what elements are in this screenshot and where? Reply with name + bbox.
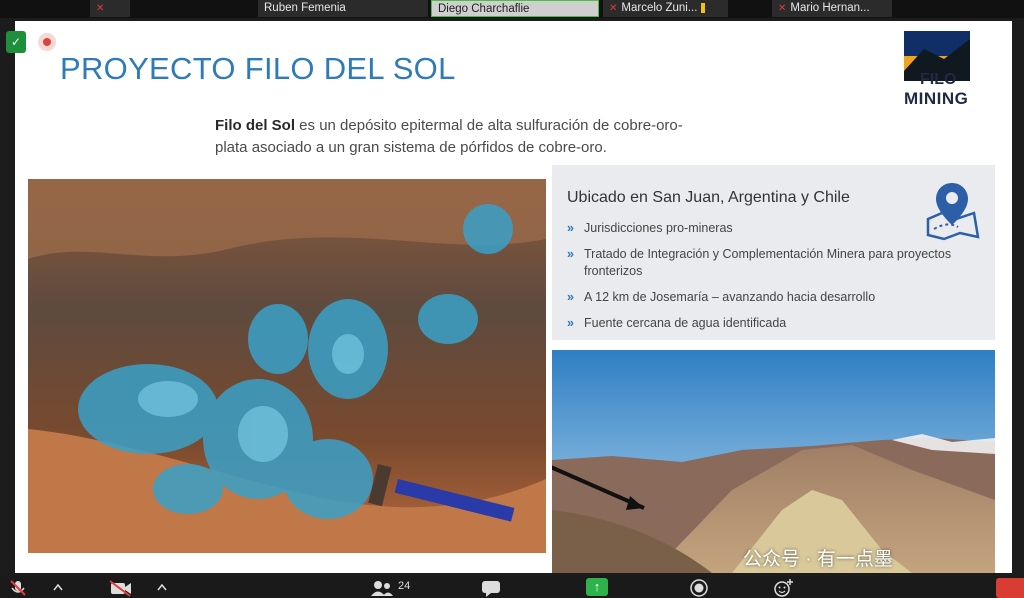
reactions-button[interactable] (772, 578, 796, 598)
meeting-toolbar: 24 ↑ (0, 576, 1024, 598)
mic-muted-icon (10, 580, 26, 596)
participants-button[interactable] (368, 578, 396, 598)
participants-count: 24 (398, 580, 411, 592)
chat-icon (482, 581, 500, 597)
mic-muted-icon: ✕ (778, 3, 787, 14)
participant-tile-diego[interactable]: Diego Charchaflie (431, 0, 599, 17)
mute-button[interactable] (8, 578, 30, 598)
audio-options-chevron[interactable] (52, 578, 66, 598)
speaking-indicator (701, 2, 706, 13)
mic-muted-icon: ✕ (609, 3, 618, 14)
list-item: Fuente cercana de agua identificada (567, 315, 987, 332)
participant-strip: ✕ Ruben Femenia Diego Charchaflie ✕ Marce… (0, 0, 1024, 18)
recording-icon[interactable] (38, 33, 56, 51)
wechat-watermark: 公众号 · 有一点墨 (743, 549, 893, 570)
chevron-up-icon (157, 583, 167, 591)
participant-tile-partial[interactable]: ✕ (90, 0, 130, 17)
participant-name: Ruben Femenia (264, 2, 346, 14)
participants-icon (371, 581, 393, 596)
share-arrow-icon: ↑ (593, 579, 601, 594)
video-options-chevron[interactable] (156, 578, 170, 598)
slide-title: PROYECTO FILO DEL SOL (60, 51, 456, 86)
intro-bold: Filo del Sol (215, 117, 296, 134)
slide-intro: Filo del Sol es un depósito epitermal de… (215, 115, 695, 159)
logo-text-filo: FILO (920, 71, 957, 88)
participant-tile-marcelo[interactable]: ✕ Marcelo Zuni... (603, 0, 728, 17)
share-screen-button[interactable]: ↑ (586, 578, 608, 596)
record-button[interactable] (688, 578, 710, 598)
location-info-panel: Ubicado en San Juan, Argentina y Chile J… (552, 165, 995, 340)
mic-muted-icon: ✕ (96, 3, 105, 14)
participant-tile-ruben[interactable]: Ruben Femenia (258, 0, 428, 17)
chat-button[interactable] (480, 578, 502, 598)
list-item: Tratado de Integración y Complementación… (567, 246, 987, 280)
end-meeting-button[interactable] (996, 578, 1024, 598)
aerial-mountain-photo (552, 350, 995, 573)
participant-name: Diego Charchaflie (438, 3, 530, 15)
panel-title: Ubicado en San Juan, Argentina y Chile (567, 189, 850, 206)
panel-bullet-list: Jurisdicciones pro-mineras Tratado de In… (567, 220, 987, 341)
emoji-add-icon (774, 579, 793, 597)
ore-outcrop-photo (28, 179, 546, 553)
shared-slide: PROYECTO FILO DEL SOL FILO MINING Filo d… (15, 21, 1012, 573)
zoom-meeting-window: ✕ Ruben Femenia Diego Charchaflie ✕ Marce… (0, 0, 1024, 598)
participant-tile-mario[interactable]: ✕ Mario Hernan... (772, 0, 892, 17)
participant-name: Marcelo Zuni... (621, 2, 698, 14)
stop-video-button[interactable] (108, 578, 134, 598)
list-item: A 12 km de Josemaría – avanzando hacia d… (567, 289, 987, 306)
security-shield-icon[interactable]: ✓ (6, 31, 26, 53)
record-icon (690, 579, 708, 597)
logo-text-mining: MINING (904, 89, 969, 108)
chevron-up-icon (53, 583, 63, 591)
camera-off-icon (109, 580, 131, 597)
list-item: Jurisdicciones pro-mineras (567, 220, 987, 237)
participant-name: Mario Hernan... (790, 2, 870, 14)
